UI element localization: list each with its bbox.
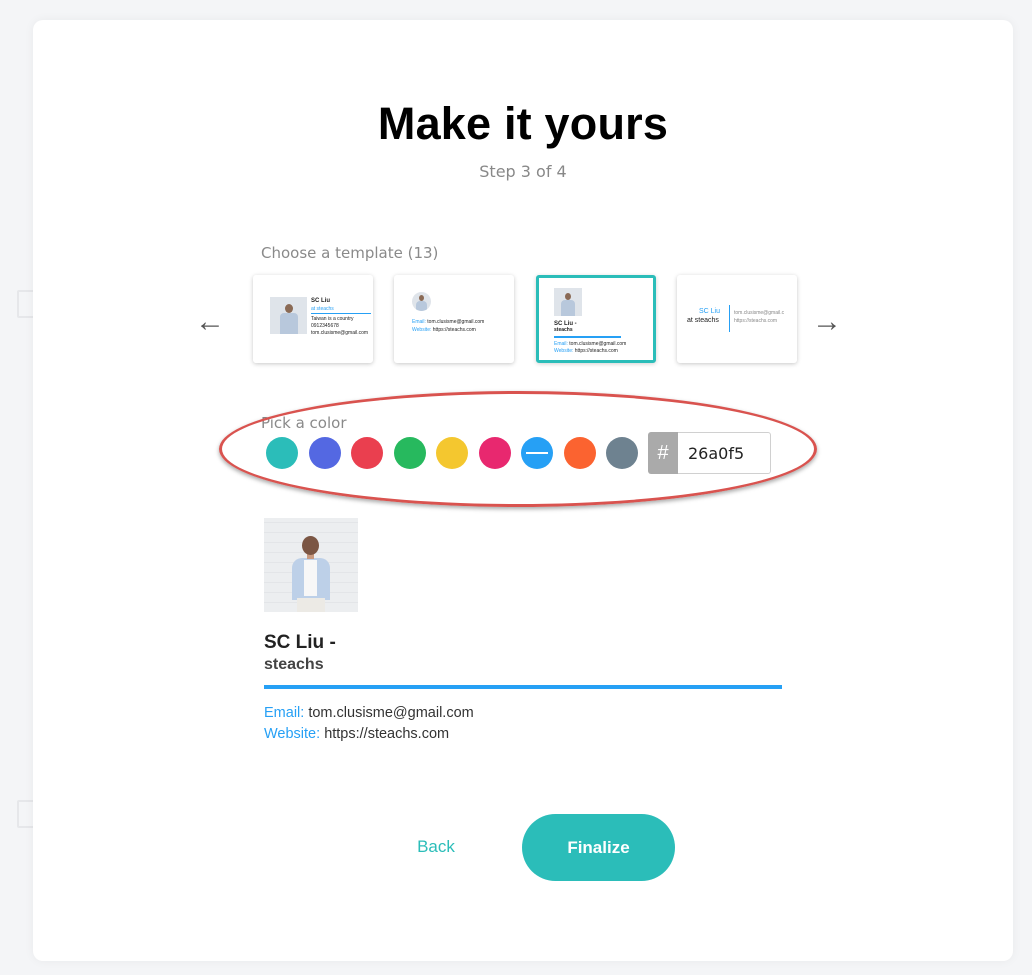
template-name: SC Liu [311,298,330,304]
template-card-3-selected[interactable]: SC Liu - steachs Email: tom.clusisme@gma… [536,275,656,363]
signature-name: SC Liu - [264,632,336,653]
signature-website-key: Website: [264,726,321,742]
template-email: tom.clusisme@gmail.c [734,310,785,316]
template-photo [554,288,582,316]
prev-template-arrow-icon[interactable]: ← [195,307,225,337]
signature-email: tom.clusisme@gmail.com [308,705,474,721]
template-website-key: Website: [412,327,432,333]
step-indicator: Step 3 of 4 [479,162,567,181]
template-divider [311,313,371,314]
signature-email-key: Email: [264,705,305,721]
template-website: https://steachs.com [734,318,778,324]
profile-photo [264,518,358,612]
signature-website: https://steachs.com [324,726,450,742]
template-card-1[interactable]: SC Liu at steachs Taiwan is a country 09… [253,275,373,363]
template-card-4[interactable]: SC Liu at steachs tom.clusisme@gmail.c h… [677,275,797,363]
template-company: at steachs [311,306,334,312]
page-title: Make it yours [377,98,669,149]
finalize-button[interactable]: Finalize [522,814,675,881]
template-name: SC Liu [699,308,721,315]
back-button[interactable]: Back [400,832,472,862]
template-website: https://steachs.com [574,348,618,354]
highlight-annotation [219,391,817,507]
signature-divider [264,685,782,689]
signature-company: steachs [264,656,324,673]
template-email-key: Email: [412,319,426,325]
template-divider [729,305,730,332]
template-company: steachs [554,327,573,333]
template-photo [412,292,431,311]
template-company: at steachs [687,317,719,324]
template-section-label: Choose a template (13) [261,244,439,262]
template-card-2[interactable]: Email: tom.clusisme@gmail.com Website: h… [394,275,514,363]
signature-email-row: Email: tom.clusisme@gmail.com [264,705,474,721]
template-line: 0912345678 [311,323,339,329]
template-email: tom.clusisme@gmail.com [569,341,627,347]
template-email: tom.clusisme@gmail.com [427,319,485,325]
template-website: https://steachs.com [432,327,476,333]
template-email-key: Email: [554,341,568,347]
template-website-key: Website: [554,348,574,354]
template-divider [554,336,621,338]
template-line: Taiwan is a country [311,316,354,322]
signature-website-row: Website: https://steachs.com [264,726,449,742]
template-line: tom.clusisme@gmail.com [311,330,369,336]
next-template-arrow-icon[interactable]: → [812,307,842,337]
template-photo [270,297,307,334]
